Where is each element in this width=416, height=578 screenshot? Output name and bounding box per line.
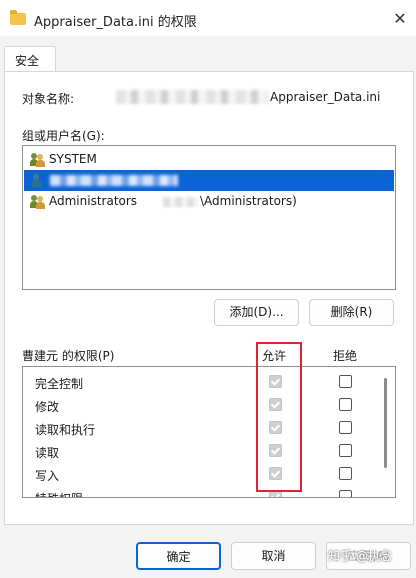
user-icon — [30, 173, 45, 188]
tab-label: 安全 — [15, 54, 40, 68]
object-name-label: 对象名称: — [22, 92, 75, 106]
folder-icon — [10, 10, 26, 25]
deny-column-header: 拒绝 — [333, 349, 358, 363]
ok-button[interactable]: 确定 — [136, 542, 221, 570]
users-listbox[interactable]: SYSTEM Administrators \Administrators) — [22, 145, 396, 290]
deny-checkbox[interactable] — [339, 444, 352, 457]
permissions-scrollbar[interactable] — [384, 378, 387, 468]
user-name: SYSTEM — [49, 152, 97, 166]
object-name-value: Appraiser_Data.ini — [270, 90, 381, 104]
close-icon[interactable]: ✕ — [390, 9, 410, 29]
window-title: Appraiser_Data.ini 的权限 — [34, 15, 197, 30]
tab-security[interactable]: 安全 — [4, 46, 56, 73]
permission-row: 特殊权限 — [23, 486, 373, 497]
permission-name: 完全控制 — [35, 377, 84, 391]
group-users-label: 组或用户名(G): — [22, 129, 105, 143]
deny-checkbox[interactable] — [339, 467, 352, 480]
deny-checkbox[interactable] — [339, 490, 352, 497]
redacted-path — [116, 90, 268, 104]
user-name: Administrators — [49, 194, 138, 208]
permission-row: 读取 — [23, 440, 373, 462]
permission-row: 读取和执行 — [23, 417, 373, 439]
user-group-icon — [30, 152, 45, 167]
add-button[interactable]: 添加(D)... — [214, 299, 299, 326]
permission-name: 读取和执行 — [35, 423, 96, 437]
permission-name: 特殊权限 — [35, 490, 83, 497]
user-group-icon — [30, 194, 45, 209]
permission-name: 读取 — [35, 446, 60, 460]
permissions-label: 曹建元 的权限(P) — [22, 349, 115, 363]
deny-checkbox[interactable] — [339, 375, 352, 388]
permission-name: 修改 — [35, 400, 60, 414]
allow-highlight-box — [256, 342, 302, 492]
permission-name: 写入 — [35, 469, 60, 483]
cancel-button[interactable]: 取消 — [231, 542, 316, 570]
remove-button[interactable]: 删除(R) — [309, 299, 394, 326]
user-row-administrators[interactable]: Administrators \Administrators) — [24, 191, 394, 212]
title-bar: Appraiser_Data.ini 的权限 ✕ — [0, 0, 416, 36]
permission-row: 修改 — [23, 394, 373, 416]
user-row-system[interactable]: SYSTEM — [24, 149, 394, 170]
redacted-machine-name — [163, 197, 199, 207]
redacted-user-name — [50, 175, 178, 186]
deny-checkbox[interactable] — [339, 421, 352, 434]
user-row-selected[interactable] — [24, 170, 394, 191]
deny-checkbox[interactable] — [339, 398, 352, 411]
permissions-list[interactable]: 完全控制 修改 读取和执行 读取 写入 特殊权限 — [22, 366, 396, 498]
user-domain-suffix: \Administrators) — [200, 194, 297, 208]
permission-row: 写入 — [23, 463, 373, 485]
permission-row: 完全控制 — [23, 371, 373, 393]
watermark: 知乎 @执念 — [328, 549, 392, 563]
